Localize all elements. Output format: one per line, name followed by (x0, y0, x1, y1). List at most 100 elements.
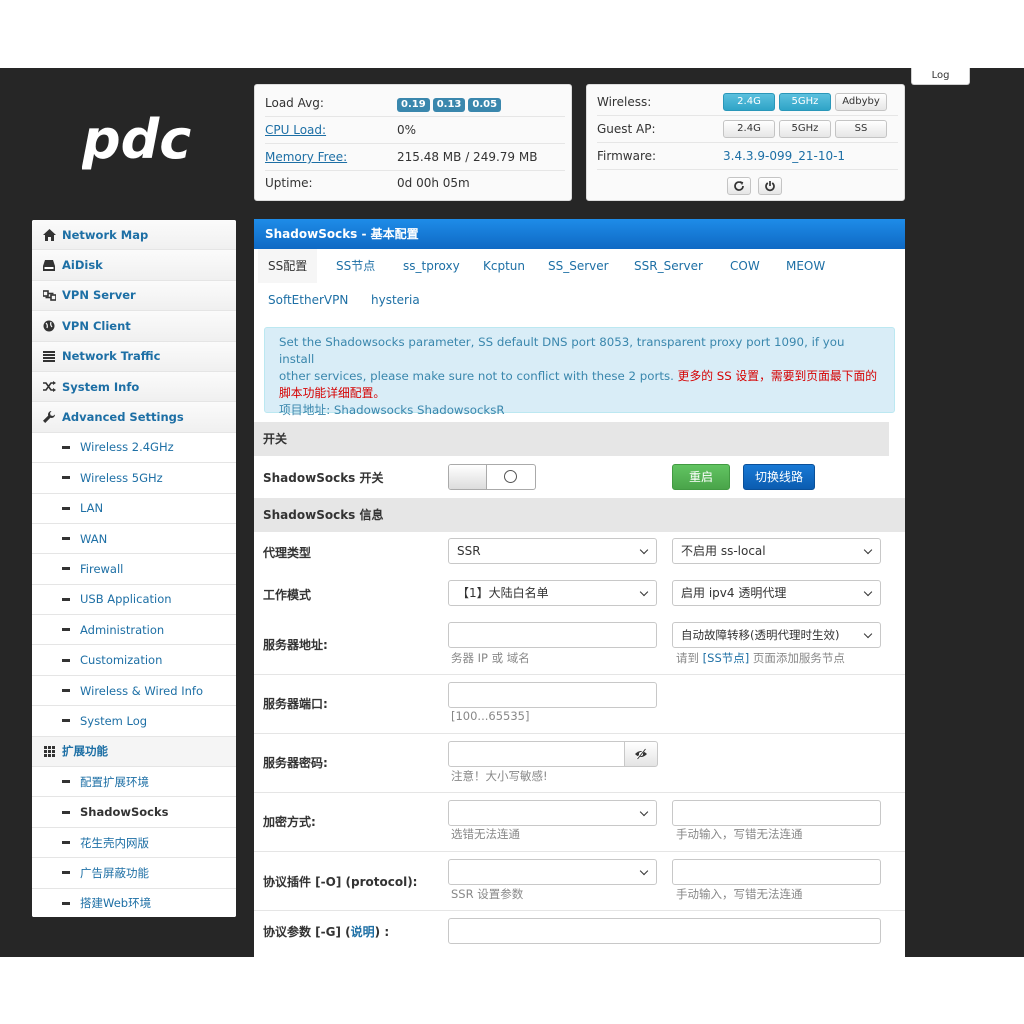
sidebar-item-lan[interactable]: LAN (32, 493, 236, 524)
failover-select[interactable]: 自动故障转移(透明代理时生效) (672, 622, 881, 648)
sidebar-item-item-18[interactable]: 配置扩展环境 (32, 767, 236, 798)
sidebar-item-wireless-wired-info[interactable]: Wireless & Wired Info (32, 675, 236, 707)
wireless-5ghz-button[interactable]: 5GHz (779, 93, 831, 111)
cpu-load-link[interactable]: CPU Load: (265, 123, 326, 137)
sidebar-item-label: LAN (80, 501, 104, 516)
sidebar-item-wireless-2-4ghz[interactable]: Wireless 2.4GHz (32, 432, 236, 464)
tab-softethervpn[interactable]: SoftEtherVPN (258, 283, 358, 317)
guest-24g-button[interactable]: 2.4G (723, 120, 775, 138)
server-address-input[interactable] (448, 622, 657, 648)
sidebar-item-item-17[interactable]: 扩展功能 (32, 736, 236, 768)
tab-hysteria[interactable]: hysteria (361, 283, 430, 317)
dash-icon (62, 476, 70, 480)
tab-ss-nodes[interactable]: SS节点 (326, 249, 385, 283)
sidebar-item-label: WAN (80, 531, 108, 546)
uptime-value: 0d 00h 05m (397, 176, 470, 190)
power-button[interactable] (758, 177, 782, 195)
dash-icon (62, 658, 70, 662)
wireless-status-panel: Wireless: 2.4G 5GHz Adbyby Guest AP: 2.4… (586, 84, 905, 201)
sidebar-item-label: Network Traffic (62, 349, 161, 364)
tab-meow[interactable]: MEOW (776, 249, 835, 283)
sidebar-item-customization[interactable]: Customization (32, 645, 236, 676)
ss-nodes-link[interactable]: [SS节点] (703, 651, 750, 665)
dash-icon (62, 871, 70, 875)
sidebar-item-network-traffic[interactable]: Network Traffic (32, 341, 236, 372)
tab-kcptun[interactable]: Kcptun (473, 249, 535, 283)
sidebar-item-usb-application[interactable]: USB Application (32, 584, 236, 616)
tproxy-select[interactable]: 启用 ipv4 透明代理 (672, 580, 881, 606)
power-icon (765, 181, 775, 192)
sidebar-item-firewall[interactable]: Firewall (32, 554, 236, 585)
guest-5ghz-button[interactable]: 5GHz (779, 120, 831, 138)
project-link[interactable]: 项目地址: Shadowsocks ShadowsocksR (279, 402, 880, 419)
traffic-icon (42, 349, 56, 363)
protocol-param-input[interactable] (448, 918, 881, 944)
firmware-value[interactable]: 3.4.3.9-099_21-10-1 (723, 149, 845, 163)
sidebar-item-vpn-client[interactable]: VPN Client (32, 311, 236, 342)
protocol-help-link[interactable]: 说明 (351, 925, 375, 939)
wireless-row: Wireless: 2.4G 5GHz Adbyby (597, 90, 898, 116)
protocol-param-end: ) : (374, 925, 390, 939)
sidebar-item-label: 广告屏蔽功能 (80, 865, 149, 880)
sidebar-item-wan[interactable]: WAN (32, 523, 236, 555)
refresh-button[interactable] (727, 177, 751, 195)
failover-hint-post: 页面添加服务节点 (749, 651, 845, 665)
load-avg-label: Load Avg: (265, 96, 324, 110)
sidebar-item-network-map[interactable]: Network Map (32, 220, 236, 251)
restart-button[interactable]: 重启 (672, 464, 730, 490)
guest-ap-row: Guest AP: 2.4G 5GHz SS (597, 117, 898, 143)
server-port-input[interactable] (448, 682, 657, 708)
dash-icon (62, 445, 70, 449)
work-mode-select[interactable]: 【1】大陆白名单 (448, 580, 657, 606)
protocol-param-label: 协议参数 [-G] (说明) : (263, 923, 389, 940)
adbyby-button[interactable]: Adbyby (835, 93, 887, 111)
tab-ss-server[interactable]: SS_Server (538, 249, 619, 283)
sidebar-item-web[interactable]: 搭建Web环境 (32, 888, 236, 917)
sidebar-item-aidisk[interactable]: AiDisk (32, 250, 236, 281)
section-ss-info: ShadowSocks 信息 (254, 498, 905, 532)
grid-icon (42, 744, 56, 758)
protocol-select[interactable] (448, 859, 657, 885)
sidebar-item-label: 扩展功能 (62, 744, 108, 759)
show-password-button[interactable] (624, 741, 658, 767)
work-mode-label: 工作模式 (263, 588, 312, 602)
wireless-24g-button[interactable]: 2.4G (723, 93, 775, 111)
ss-toggle-switch[interactable] (448, 464, 536, 490)
sidebar-item-label: Administration (80, 622, 165, 637)
tab-ssr-server[interactable]: SSR_Server (624, 249, 713, 283)
sidebar-item-item-21[interactable]: 广告屏蔽功能 (32, 858, 236, 889)
tab-ss-tproxy[interactable]: ss_tproxy (393, 249, 470, 283)
sidebar-item-system-info[interactable]: System Info (32, 371, 236, 403)
wireless-label: Wireless: (597, 95, 652, 109)
dash-icon (62, 567, 70, 571)
sidebar-item-advanced-settings[interactable]: Advanced Settings (32, 402, 236, 433)
ss-button[interactable]: SS (835, 120, 887, 138)
sidebar-item-system-log[interactable]: System Log (32, 706, 236, 737)
ss-local-select[interactable]: 不启用 ss-local (672, 538, 881, 564)
encryption-select[interactable] (448, 800, 657, 826)
info-warning-1: 更多的 SS 设置，需要到页面最下面的 (677, 369, 878, 383)
sidebar-item-label: USB Application (80, 592, 172, 607)
server-port-label: 服务器端口: (263, 697, 328, 711)
firmware-row: Firmware: 3.4.3.9-099_21-10-1 (597, 144, 898, 170)
sidebar-item-vpn-server[interactable]: VPN Server (32, 280, 236, 312)
protocol-manual-input[interactable] (672, 859, 881, 885)
server-password-input[interactable] (448, 741, 625, 767)
encryption-manual-input[interactable] (672, 800, 881, 826)
sidebar-item-wireless-5ghz[interactable]: Wireless 5GHz (32, 463, 236, 494)
log-button[interactable]: Log (911, 68, 970, 85)
sidebar-item-item-20[interactable]: 花生壳内网版 (32, 827, 236, 859)
server-port-hint: [100...65535] (451, 709, 530, 723)
divider (254, 851, 905, 852)
tab-ss-config[interactable]: SS配置 (258, 249, 318, 283)
info-alert: Set the Shadowsocks parameter, SS defaul… (264, 327, 895, 417)
switch-route-button[interactable]: 切换线路 (743, 464, 815, 490)
proxy-type-select[interactable]: SSR (448, 538, 657, 564)
sidebar-item-label: Network Map (62, 227, 149, 242)
memory-free-link[interactable]: Memory Free: (265, 150, 347, 164)
sidebar-item-shadowsocks[interactable]: ShadowSocks (32, 797, 236, 828)
tab-cow[interactable]: COW (720, 249, 770, 283)
sidebar-item-label: Wireless 5GHz (80, 470, 163, 485)
sidebar-item-administration[interactable]: Administration (32, 615, 236, 646)
off-indicator-icon (504, 470, 517, 483)
